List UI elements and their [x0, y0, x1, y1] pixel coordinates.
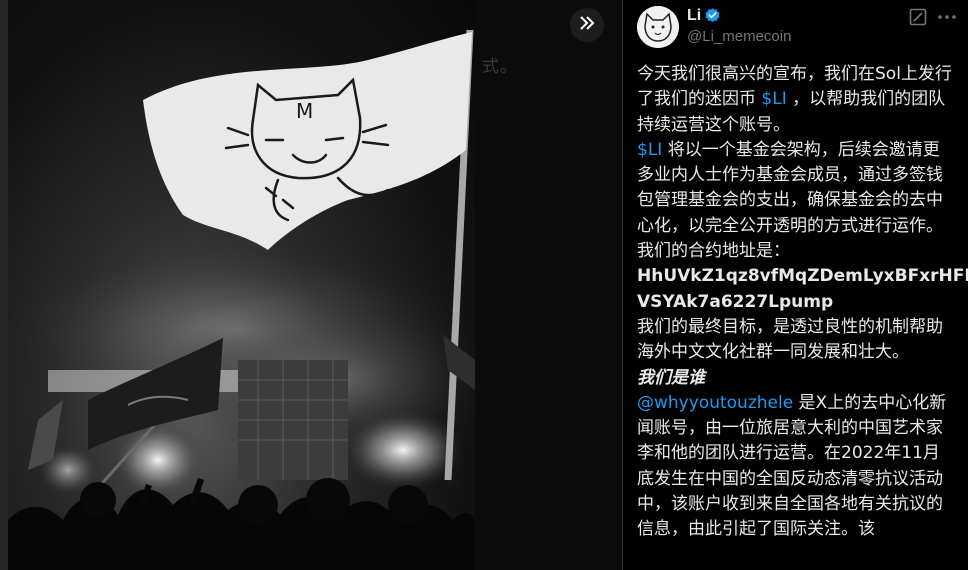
viewer-edge — [0, 0, 8, 570]
double-chevron-right-icon — [578, 14, 596, 37]
contract-address-line-2: VSYAk7a6227Lpump — [637, 291, 834, 312]
post-paragraph-goal: 我们的最终目标，是透过良性的机制帮助海外中文文化社群一同发展和壮大。 — [637, 316, 943, 363]
post-paragraph-about: @whyyoutouzhele 是X上的去中心化新闻账号，由一位旅居意大利的中国… — [637, 391, 955, 543]
post-paragraph-2: $LI 将以一个基金会架构，后续会邀请更多业内人士作为基金会成员，通过多签钱包管… — [637, 138, 955, 239]
cat-avatar-icon — [637, 6, 679, 48]
contract-label: 我们的合约地址是： — [637, 241, 790, 262]
cashtag-link[interactable]: $LI — [761, 89, 786, 109]
photo-illustration: M — [8, 29, 475, 570]
grok-icon[interactable] — [909, 8, 927, 31]
collapse-panel-button[interactable] — [570, 8, 604, 42]
flag-letter: M — [296, 99, 313, 123]
more-options-icon[interactable] — [937, 8, 957, 31]
section-heading-who: 我们是谁 — [637, 367, 705, 388]
post-text-segment: 是X上的去中心化新闻账号，由一位旅居意大利的中国艺术家李和他的团队进行运营。在2… — [637, 392, 947, 540]
background-text: 式。 — [482, 57, 518, 76]
avatar[interactable] — [637, 6, 679, 48]
concert-flag-photo: M — [8, 0, 475, 570]
mention-link[interactable]: @whyyoutouzhele — [637, 393, 793, 413]
cashtag-link[interactable]: $LI — [637, 140, 662, 160]
contract-address-line-1: HhUVkZ1qz8vfMqZDemLyxBFxrHFK — [637, 266, 968, 287]
post-text: 今天我们很高兴的宣布，我们在Sol上发行了我们的迷因币 $LI ，以帮助我们的团… — [637, 62, 968, 543]
post-text-segment: 将以一个基金会架构，后续会邀请更多业内人士作为基金会成员，通过多签钱包管理基金会… — [637, 139, 943, 236]
post-panel: Li @Li_memecoin 今天我们很高兴的宣布，我们在Sol上发行了我们的… — [623, 0, 968, 570]
user-handle[interactable]: @Li_memecoin — [687, 28, 791, 45]
verified-badge-icon — [704, 7, 721, 29]
post-paragraph-1: 今天我们很高兴的宣布，我们在Sol上发行了我们的迷因币 $LI ，以帮助我们的团… — [637, 62, 955, 138]
media-viewer: M 式。 — [0, 0, 622, 570]
display-name[interactable]: Li — [687, 7, 701, 25]
